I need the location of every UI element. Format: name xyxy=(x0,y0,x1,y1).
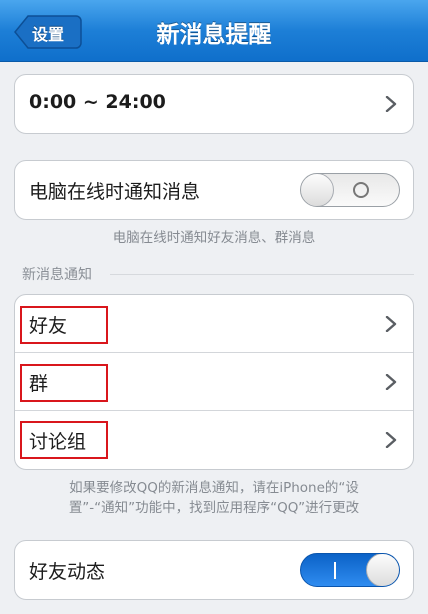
pc-online-label: 电脑在线时通知消息 xyxy=(29,181,201,203)
page-title: 新消息提醒 xyxy=(156,22,272,48)
chevron-right-icon xyxy=(385,374,397,390)
navigation-bar: 设置 新消息提醒 xyxy=(0,0,428,62)
pc-online-row: 电脑在线时通知消息 xyxy=(15,161,413,219)
list-item-groups[interactable]: 群 xyxy=(15,353,413,411)
chevron-right-icon xyxy=(385,432,397,448)
toggle-off-icon xyxy=(353,182,369,198)
list-item-label: 讨论组 xyxy=(29,431,87,453)
section-divider xyxy=(110,274,414,275)
list-item-friends[interactable]: 好友 xyxy=(15,295,413,353)
ios-settings-note-line1: 如果要修改QQ的新消息通知，请在iPhone的“设 xyxy=(69,480,359,496)
list-item-label: 群 xyxy=(29,373,49,395)
time-range-row[interactable]: 0:00 ~ 24:00 xyxy=(15,75,413,133)
ios-settings-note: 如果要修改QQ的新消息通知，请在iPhone的“设 置”-“通知”功能中，找到应… xyxy=(0,478,428,518)
chevron-right-icon xyxy=(385,316,397,332)
pc-online-card: 电脑在线时通知消息 xyxy=(14,160,414,220)
friend-feed-label: 好友动态 xyxy=(29,561,106,583)
time-range-label: 0:00 ~ 24:00 xyxy=(29,91,166,113)
chevron-right-icon xyxy=(385,96,397,112)
pc-online-note: 电脑在线时通知好友消息、群消息 xyxy=(112,230,316,246)
section-title-new-message: 新消息通知 xyxy=(22,267,92,283)
toggle-knob[interactable] xyxy=(301,174,334,206)
friend-feed-toggle[interactable] xyxy=(300,553,400,587)
toggle-knob[interactable] xyxy=(366,554,399,586)
friend-feed-card: 好友动态 xyxy=(14,540,414,600)
list-item-label: 好友 xyxy=(29,315,68,337)
pc-online-toggle[interactable] xyxy=(300,173,400,207)
new-message-list-card: 好友 群 讨论组 xyxy=(14,294,414,470)
time-range-card: 0:00 ~ 24:00 xyxy=(14,74,414,134)
list-item-discussion-groups[interactable]: 讨论组 xyxy=(15,411,413,469)
friend-feed-row: 好友动态 xyxy=(15,541,413,599)
ios-settings-note-line2: 置”-“通知”功能中，找到应用程序“QQ”进行更改 xyxy=(68,500,360,516)
toggle-on-icon xyxy=(334,562,336,579)
